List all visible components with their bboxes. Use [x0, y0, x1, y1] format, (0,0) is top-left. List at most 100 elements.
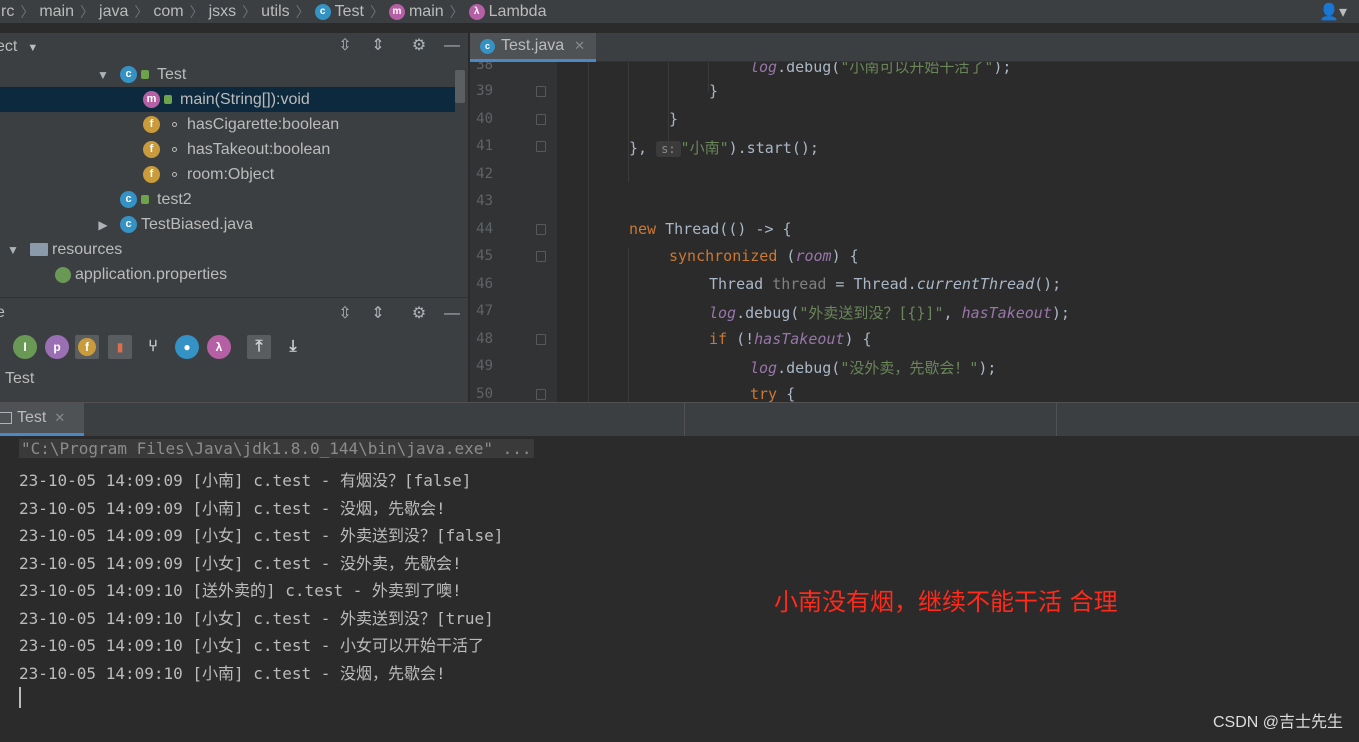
- collapse-all-icon[interactable]: ⇕: [367, 303, 389, 325]
- chevron-right-icon: 〉: [189, 3, 204, 20]
- breadcrumb-item-com[interactable]: com 〉: [149, 2, 207, 22]
- fold-marker-icon[interactable]: [536, 224, 546, 235]
- gear-icon[interactable]: ⚙: [408, 303, 430, 325]
- user-icon[interactable]: 👤▾: [1319, 2, 1347, 22]
- tree-item-main-method[interactable]: m main(String[]):void: [0, 87, 455, 112]
- package-private-icon: [172, 122, 177, 127]
- show-non-public-icon[interactable]: ▮: [108, 335, 132, 359]
- tree-item-testbiased-file[interactable]: ▶ c TestBiased.java: [0, 212, 455, 237]
- class-icon: c: [480, 38, 495, 54]
- line-number: 44: [476, 221, 493, 237]
- structure-toolbar: I p f ▮ ⑂ ● λ ⤒ ⤓: [0, 329, 468, 366]
- fold-marker-icon[interactable]: [536, 141, 546, 152]
- indent-guide: [628, 248, 629, 402]
- console-line: 23-10-05 14:09:10 [小女] c.test - 外卖送到没？[t…: [19, 609, 494, 628]
- code-line-40: }: [669, 110, 679, 128]
- folder-icon: [30, 243, 48, 256]
- tree-item-field[interactable]: f hasCigarette:boolean: [0, 112, 455, 137]
- properties-file-icon: [55, 266, 71, 283]
- structure-root-item[interactable]: Test: [5, 370, 34, 388]
- fold-marker-icon[interactable]: [536, 251, 546, 262]
- tree-item-application-properties[interactable]: application.properties: [0, 262, 455, 287]
- breadcrumb-item-test[interactable]: c Test 〉: [311, 2, 388, 22]
- indent-guide: [588, 62, 589, 402]
- editor-tab-bar: c Test.java ✕: [470, 33, 1359, 62]
- close-icon[interactable]: ✕: [574, 38, 585, 54]
- console-line: 23-10-05 14:09:10 [小女] c.test - 小女可以开始干活…: [19, 636, 484, 655]
- show-properties-icon[interactable]: p: [45, 335, 69, 359]
- structure-panel-header: e ⇳ ⇕ ⚙ —: [0, 297, 468, 329]
- show-lambdas-tree-icon[interactable]: ⑂: [141, 335, 165, 359]
- fold-marker-icon[interactable]: [536, 114, 546, 125]
- tree-item-field[interactable]: f hasTakeout:boolean: [0, 137, 455, 162]
- lock-icon: [164, 95, 172, 104]
- lambda-icon[interactable]: λ: [207, 335, 231, 359]
- fold-marker-icon[interactable]: [536, 86, 546, 97]
- navigation-breadcrumb: rc 〉 main 〉 java 〉 com 〉 jsxs 〉 utils 〉 c Test 〉…: [0, 0, 1359, 24]
- code-line-38: log.debug("小南可以开始干活了");: [750, 62, 1012, 76]
- breadcrumb-item-rc[interactable]: rc 〉: [0, 2, 38, 22]
- gear-icon[interactable]: ⚙: [408, 35, 430, 57]
- chevron-down-icon[interactable]: ▼: [4, 243, 22, 257]
- chevron-down-icon[interactable]: ▼: [94, 68, 112, 82]
- tree-item-test-class[interactable]: ▼ c Test: [0, 62, 455, 87]
- code-line-47: log.debug("外卖送到没？[{}]", hasTakeout);: [709, 304, 1070, 322]
- tab-run-test[interactable]: Test ✕: [0, 403, 84, 436]
- console-line: 23-10-05 14:09:10 [小南] c.test - 没烟，先歇会!: [19, 664, 446, 683]
- breadcrumb-item-java[interactable]: java 〉: [95, 2, 152, 22]
- code-line-49: log.debug("没外卖，先歇会！");: [750, 359, 997, 377]
- code-line-46: Thread thread = Thread.currentThread();: [709, 275, 1062, 293]
- divider: [684, 403, 685, 436]
- code-line-50: try {: [750, 385, 796, 402]
- lock-icon: [141, 195, 149, 204]
- package-private-icon: [172, 147, 177, 152]
- line-number: 45: [476, 248, 493, 264]
- line-number: 39: [476, 83, 493, 99]
- breadcrumb-item-main[interactable]: main 〉: [35, 2, 98, 22]
- code-line-45: synchronized (room) {: [669, 247, 859, 265]
- hide-panel-icon[interactable]: —: [441, 303, 463, 325]
- hide-panel-icon[interactable]: —: [441, 35, 463, 57]
- chevron-right-icon: 〉: [449, 3, 464, 20]
- line-number: 46: [476, 276, 493, 292]
- indent-guide: [628, 62, 629, 182]
- breadcrumb-item-utils[interactable]: utils 〉: [257, 2, 313, 22]
- breadcrumb-item-jsxs[interactable]: jsxs 〉: [205, 2, 261, 22]
- tree-scrollbar[interactable]: [455, 70, 465, 103]
- close-icon[interactable]: ✕: [54, 410, 65, 426]
- structure-panel-title: e: [0, 304, 5, 321]
- parameter-hint: s:: [656, 141, 681, 157]
- chevron-right-icon[interactable]: ▶: [94, 218, 112, 232]
- project-view-selector[interactable]: ect ▼: [0, 38, 38, 56]
- show-anonymous-icon[interactable]: ●: [175, 335, 199, 359]
- fold-marker-icon[interactable]: [536, 334, 546, 345]
- autoscroll-to-source-icon[interactable]: ⤒: [247, 335, 271, 359]
- code-line-44: new Thread(() -> {: [629, 220, 792, 238]
- autoscroll-from-source-icon[interactable]: ⤓: [281, 335, 305, 359]
- show-inherited-icon[interactable]: I: [13, 335, 37, 359]
- expand-all-icon[interactable]: ⇳: [334, 35, 356, 57]
- fold-marker-icon[interactable]: [536, 389, 546, 400]
- tree-item-test2-class[interactable]: c test2: [0, 187, 455, 212]
- console-command-line: "C:\Program Files\Java\jdk1.8.0_144\bin\…: [19, 439, 534, 458]
- tab-test-java[interactable]: c Test.java ✕: [470, 33, 596, 62]
- show-fields-icon[interactable]: f: [75, 335, 99, 359]
- code-editor[interactable]: 38 39 40 41 42 43 44 45 46 47 48 49 50 l…: [470, 62, 1359, 402]
- code-line-39: }: [709, 82, 719, 100]
- console-line: 23-10-05 14:09:09 [小南] c.test - 有烟没？[fal…: [19, 471, 472, 490]
- breadcrumb-item-lambda[interactable]: λ Lambda: [465, 3, 551, 21]
- dropdown-caret-icon: ▼: [27, 42, 39, 54]
- chevron-right-icon: 〉: [242, 3, 257, 20]
- collapse-all-icon[interactable]: ⇕: [367, 35, 389, 57]
- tree-item-resources-folder[interactable]: ▼ resources: [0, 237, 455, 262]
- run-console-output[interactable]: "C:\Program Files\Java\jdk1.8.0_144\bin\…: [0, 436, 1359, 742]
- breadcrumb-item-main-method[interactable]: m main 〉: [385, 2, 468, 22]
- field-icon: f: [143, 116, 160, 133]
- code-line-48: if (!hasTakeout) {: [709, 330, 872, 348]
- method-icon: m: [388, 3, 405, 20]
- method-icon: m: [143, 91, 160, 108]
- expand-all-icon[interactable]: ⇳: [334, 303, 356, 325]
- tree-item-field[interactable]: f room:Object: [0, 162, 455, 187]
- class-icon: c: [120, 191, 137, 208]
- console-line: 23-10-05 14:09:09 [小女] c.test - 外卖送到没？[f…: [19, 526, 504, 545]
